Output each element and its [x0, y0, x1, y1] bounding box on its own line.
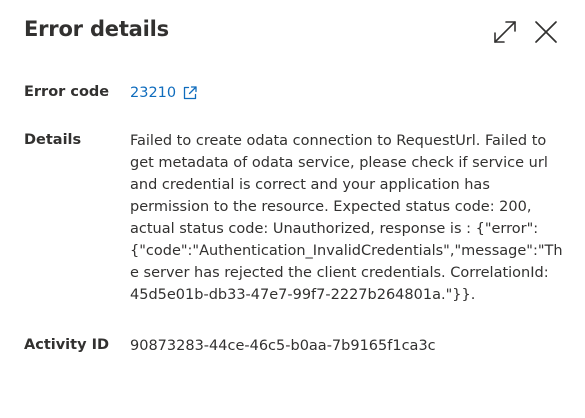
expand-button[interactable]	[489, 16, 521, 48]
open-in-new-window-icon	[183, 86, 197, 100]
error-code-label: Error code	[24, 84, 110, 100]
error-code-text: 23210	[130, 85, 177, 101]
error-code-link[interactable]: 23210	[130, 82, 198, 104]
close-button[interactable]	[530, 16, 562, 48]
activity-id-value: 90873283-44ce-46c5-b0aa-7b9165f1ca3c	[130, 338, 436, 354]
error-code-value: 23210	[130, 82, 198, 104]
expand-icon	[494, 21, 516, 43]
activity-id-label: Activity ID	[24, 337, 110, 353]
close-icon	[535, 21, 557, 43]
details-value: Failed to create odata connection to Req…	[130, 133, 563, 303]
error-details-panel: Error details Error code 23210 Details F…	[0, 0, 585, 418]
panel-title: Error details	[24, 17, 169, 41]
details-label: Details	[24, 132, 82, 148]
